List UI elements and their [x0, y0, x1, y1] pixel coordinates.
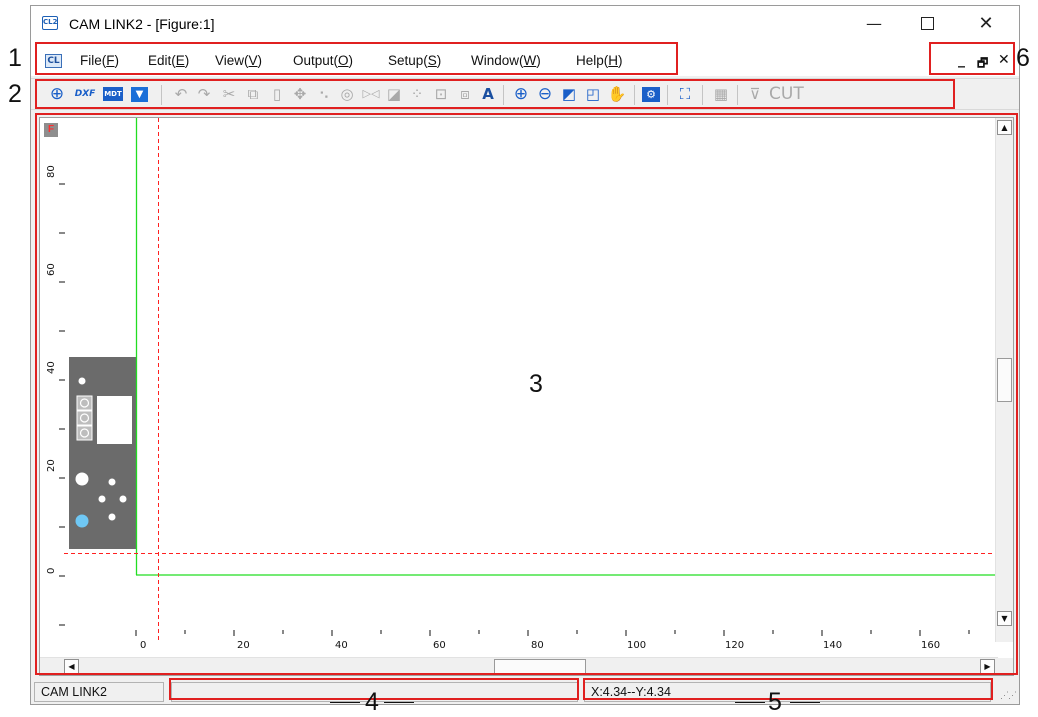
- callout-box-mdi: [929, 42, 1015, 75]
- callout-leader: [735, 702, 765, 703]
- callout-leader: [790, 702, 820, 703]
- callout-number-drawing: 3: [529, 370, 543, 398]
- callout-number-message: 4: [365, 688, 379, 716]
- callout-box-toolbar: [35, 79, 955, 109]
- callout-leader: [384, 702, 414, 703]
- callout-box-menu: [35, 42, 678, 75]
- callout-number-coordinates: 5: [768, 688, 782, 716]
- callout-box-coordinates: [583, 678, 993, 700]
- title-bar[interactable]: CL2 CAM LINK2 - [Figure:1] — ✕: [31, 6, 1019, 42]
- minimize-button[interactable]: —: [851, 10, 897, 38]
- close-button[interactable]: ✕: [963, 10, 1009, 38]
- callout-number-toolbar: 2: [8, 80, 22, 108]
- callout-number-menu: 1: [8, 44, 22, 72]
- window-title: CAM LINK2 - [Figure:1]: [69, 16, 215, 32]
- callout-number-mdi: 6: [1016, 44, 1030, 72]
- maximize-icon: [920, 16, 934, 30]
- resize-grip[interactable]: ⋰⋰: [1000, 690, 1017, 701]
- app-icon: CL2: [42, 16, 58, 30]
- callout-box-drawing: [35, 113, 1018, 675]
- status-app-name: CAM LINK2: [34, 682, 164, 702]
- maximize-button[interactable]: [904, 10, 950, 38]
- callout-leader: [330, 702, 360, 703]
